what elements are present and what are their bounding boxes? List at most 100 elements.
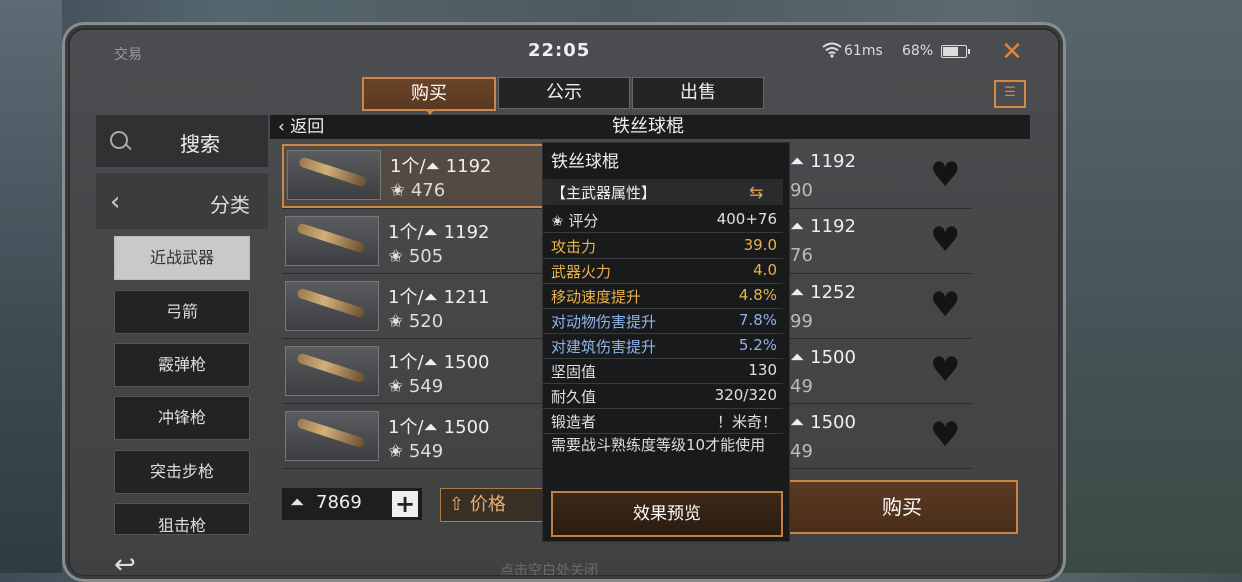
score-icon: ✬ — [388, 246, 404, 267]
stat-value: 4.0 — [753, 261, 777, 279]
item-title: 铁丝球棍 — [612, 116, 684, 137]
price-value: 1192 — [443, 222, 490, 243]
stat-row: 武器火力 4.0 — [543, 258, 783, 284]
currency-icon: ⏶ — [423, 222, 438, 243]
category-smg[interactable]: 冲锋枪 — [114, 396, 250, 440]
listing-price: 1个/⏶ 1500 — [388, 348, 489, 374]
heart-icon[interactable]: ♥ — [930, 418, 964, 452]
score-label: 评分 — [568, 212, 599, 230]
category-rifle[interactable]: 突击步枪 — [114, 450, 250, 494]
listing-row[interactable]: 1个/⏶ 1192 ✬ 505 — [282, 212, 546, 272]
listing-row[interactable]: 1个/⏶ 1500 ✬ 549 — [282, 342, 546, 402]
trade-screen: 交易 22:05 61ms 68% ✕ 购买 公示 出售 ☰ 搜索 ‹ 分类 近… — [70, 30, 1058, 575]
stat-label: 对动物伤害提升 — [551, 313, 657, 331]
heart-icon[interactable]: ♥ — [930, 158, 964, 192]
back-arrow-icon[interactable]: ↩ — [114, 550, 136, 575]
tab-announce[interactable]: 公示 — [498, 77, 630, 109]
listing-price-right[interactable]: ⏶ 1192 — [790, 151, 856, 172]
currency-icon: ⏶ — [423, 352, 438, 373]
currency-icon: ⏶ — [423, 417, 438, 438]
listing-score: ✬ 505 — [388, 246, 443, 267]
add-funds-button[interactable]: + — [392, 491, 418, 517]
stat-row: 耐久值 320/320 — [543, 383, 783, 409]
qty-text: 1个/ — [388, 352, 424, 373]
buy-button[interactable]: 购买 — [786, 480, 1018, 534]
score-value: 505 — [408, 246, 444, 267]
tooltip-title: 铁丝球棍 — [551, 152, 619, 172]
stat-value: 39.0 — [743, 236, 777, 254]
price-value: 1252 — [810, 282, 856, 303]
listing-price-right[interactable]: ⏶ 1192 — [790, 216, 856, 237]
stat-value: 130 — [748, 361, 777, 379]
category-header[interactable]: ‹ 分类 — [96, 173, 268, 229]
listing-row[interactable]: 1个/⏶ 1192 ✬ 476 — [282, 144, 550, 208]
clipboard-icon[interactable]: ☰ — [994, 80, 1026, 108]
tab-sell[interactable]: 出售 — [632, 77, 764, 109]
price-value: 1192 — [810, 151, 856, 172]
listing-price: 1个/⏶ 1211 — [388, 283, 489, 309]
listing-price-right[interactable]: ⏶ 1500 — [790, 347, 856, 368]
stat-label: 坚固值 — [551, 363, 597, 381]
listing-score-right: 90 — [790, 180, 813, 201]
listing-price-right[interactable]: ⏶ 1252 — [790, 282, 856, 303]
price-value: 1192 — [810, 216, 856, 237]
listing-row[interactable]: 1个/⏶ 1211 ✬ 520 — [282, 277, 546, 337]
search-label: 搜索 — [180, 132, 220, 156]
stat-label: ✬ 评分 — [551, 210, 598, 231]
stat-value: 320/320 — [714, 386, 777, 404]
stat-label: 对建筑伤害提升 — [551, 338, 657, 356]
listing-score: ✬ 549 — [388, 376, 443, 397]
bat-image — [298, 156, 368, 188]
listing-row[interactable]: 1个/⏶ 1500 ✬ 549 — [282, 407, 546, 467]
listing-score-right: 76 — [790, 245, 813, 266]
stat-value: 7.8% — [738, 311, 777, 329]
price-value: 1500 — [443, 352, 490, 373]
category-melee[interactable]: 近战武器 — [114, 236, 250, 280]
stat-row: 攻击力 39.0 — [543, 233, 783, 259]
wifi-icon — [822, 42, 842, 58]
qty-text: 1个/ — [388, 222, 424, 243]
score-value: 549 — [408, 441, 444, 462]
search-button[interactable]: 搜索 — [96, 115, 268, 167]
chevron-left-icon: ‹ — [110, 187, 121, 217]
score-value: 476 — [410, 180, 446, 201]
currency-icon: ⏶ — [790, 151, 805, 172]
price-value: 1500 — [810, 347, 856, 368]
heart-icon[interactable]: ♥ — [930, 353, 964, 387]
price-value: 1211 — [443, 287, 490, 308]
heart-icon[interactable]: ♥ — [930, 288, 964, 322]
tooltip-section: 【主武器属性】 ⇆ — [543, 179, 783, 205]
back-link[interactable]: ‹ 返回 — [278, 115, 324, 139]
tab-buy[interactable]: 购买 — [362, 77, 496, 115]
score-icon: ✬ — [388, 376, 404, 397]
battery-icon — [941, 45, 970, 58]
stat-label: 移动速度提升 — [551, 288, 642, 306]
preview-button[interactable]: 效果预览 — [551, 491, 783, 537]
bat-image — [296, 352, 366, 384]
stat-row-score: ✬ 评分 400+76 — [543, 207, 783, 233]
listing-price-right[interactable]: ⏶ 1500 — [790, 412, 856, 433]
battery-fill — [943, 47, 958, 56]
sort-label: 价格 — [469, 494, 506, 515]
heart-icon[interactable]: ♥ — [930, 223, 964, 257]
category-bow[interactable]: 弓箭 — [114, 290, 250, 334]
price-value: 1192 — [445, 156, 492, 177]
qty-text: 1个/ — [388, 417, 424, 438]
price-value: 1500 — [443, 417, 490, 438]
category-label: 分类 — [210, 193, 250, 217]
qty-text: 1个/ — [388, 287, 424, 308]
listing-score-right: 99 — [790, 311, 813, 332]
listing-score-right: 49 — [790, 376, 813, 397]
close-icon[interactable]: ✕ — [996, 36, 1028, 68]
swap-icon[interactable]: ⇆ — [749, 183, 763, 203]
listing-score: ✬ 476 — [390, 180, 445, 201]
stat-value: 5.2% — [738, 336, 777, 354]
score-icon: ✬ — [551, 212, 564, 230]
requirement-text: 需要战斗熟练度等级10才能使用 — [551, 436, 766, 454]
category-shotgun[interactable]: 霰弹枪 — [114, 343, 250, 387]
listing-price: 1个/⏶ 1192 — [390, 152, 491, 178]
stat-value: ！米奇！ — [716, 413, 777, 431]
listing-score: ✬ 520 — [388, 311, 443, 332]
category-sniper[interactable]: 狙击枪 — [114, 503, 250, 535]
sort-price-button[interactable]: ⇧ 价格 — [440, 488, 548, 522]
